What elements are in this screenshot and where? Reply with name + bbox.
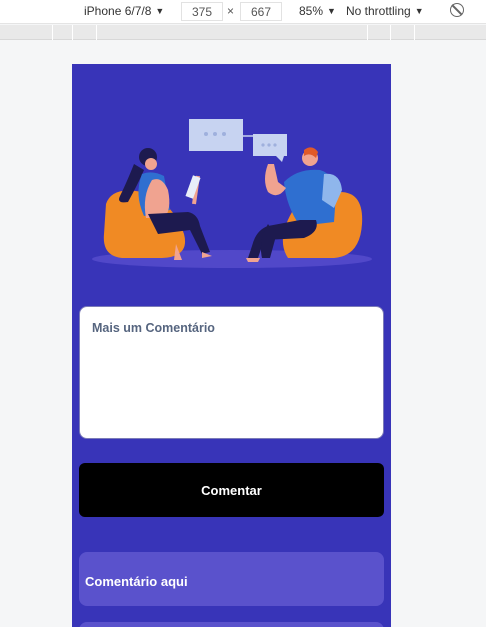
conversation-illustration [92,119,372,268]
comment-text: Comentário aqui [85,574,188,589]
chevron-down-icon: ▼ [155,6,165,16]
block-icon[interactable] [450,3,464,17]
throttling-label: No throttling [346,4,411,18]
comment-card: Comentário aqui [79,552,384,606]
dimension-separator: × [227,4,235,18]
comment-button[interactable]: Comentar [79,463,384,517]
height-input[interactable]: 667 [240,2,282,21]
device-select[interactable]: iPhone 6/7/8 ▼ [84,4,164,18]
width-input[interactable]: 375 [181,2,223,21]
device-toolbar: iPhone 6/7/8 ▼ 375 × 667 85% ▼ No thrott… [0,0,486,24]
comment-input[interactable] [79,306,384,439]
chevron-down-icon: ▼ [414,6,424,16]
comment-card [79,622,384,627]
zoom-label: 85% [299,4,324,18]
chevron-down-icon: ▼ [327,6,336,16]
throttling-select[interactable]: No throttling ▼ [346,4,424,18]
zoom-select[interactable]: 85% ▼ [299,4,336,18]
app-screen: Comentar Comentário aqui [72,64,391,627]
media-query-ruler [0,25,486,40]
device-label: iPhone 6/7/8 [84,4,152,18]
